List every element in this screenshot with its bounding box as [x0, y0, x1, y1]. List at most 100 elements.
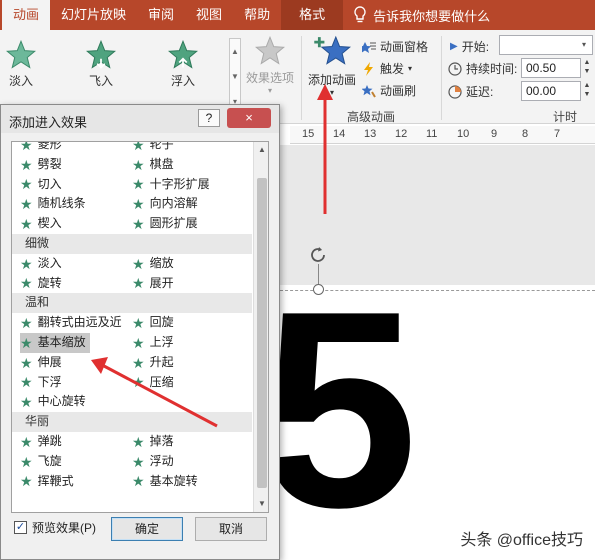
effect-item[interactable]: ★ 楔入: [20, 214, 62, 234]
effect-item-label: 菱形: [37, 141, 62, 151]
tell-me-text: 告诉我你想要做什么: [373, 8, 491, 24]
ruler-mark: 9: [491, 128, 498, 140]
preview-label: 预览效果(P): [32, 521, 96, 535]
scroll-up-icon[interactable]: ▲: [254, 142, 268, 158]
duration-spinner[interactable]: ▲ ▼: [582, 58, 592, 78]
ruler-mark: 13: [364, 128, 377, 140]
effect-category-header: 华丽: [12, 412, 252, 432]
effect-star-icon: ★: [20, 334, 33, 351]
tab-animations[interactable]: 动画: [2, 0, 51, 30]
effect-item[interactable]: ★ 下浮: [20, 373, 62, 393]
effect-item-label: 飞旋: [37, 453, 62, 468]
effect-item[interactable]: ★ 基本旋转: [132, 472, 198, 492]
effect-item[interactable]: ★ 切入: [20, 175, 62, 195]
help-button[interactable]: ?: [198, 109, 220, 127]
effect-item[interactable]: ★ 劈裂: [20, 155, 62, 175]
close-button[interactable]: ×: [227, 108, 271, 128]
fly-in-star-icon: [86, 40, 116, 69]
effect-item[interactable]: ★ 十字形扩展: [132, 175, 210, 195]
effect-item-label: 翻转式由远及近: [37, 315, 122, 330]
effect-item[interactable]: ★ 轮子: [132, 142, 174, 155]
delay-input[interactable]: 00.00: [521, 81, 581, 101]
effect-item[interactable]: ★ 中心旋转: [20, 392, 86, 412]
effect-row: ★ 下浮 ★ 压缩: [12, 373, 252, 393]
gallery-float-in[interactable]: 浮入: [158, 40, 208, 89]
add-animation-label: 添加动画: [307, 73, 356, 87]
ok-button[interactable]: 确定: [111, 517, 183, 541]
trigger-button[interactable]: 触发 ▾: [362, 60, 412, 77]
effect-item[interactable]: ★ 缩放: [132, 254, 174, 274]
effect-item[interactable]: ★ 挥鞭式: [20, 472, 74, 492]
effect-item[interactable]: ★ 压缩: [132, 373, 174, 393]
effect-item[interactable]: ★ 翻转式由远及近: [20, 313, 122, 333]
effect-item[interactable]: ★ 旋转: [20, 274, 62, 294]
effect-item-label: 淡入: [37, 255, 62, 270]
start-dropdown-arrow-icon[interactable]: ▾: [576, 36, 592, 54]
preview-effect-checkbox-row[interactable]: ✓ 预览效果(P): [14, 519, 96, 536]
add-animation-star-icon: [314, 35, 352, 65]
effect-item[interactable]: ★ 回旋: [132, 313, 174, 333]
effect-item[interactable]: ★ 升起: [132, 353, 174, 373]
effect-category-header: 细微: [12, 233, 252, 254]
effect-item[interactable]: ★ 随机线条: [20, 194, 86, 214]
tab-format[interactable]: 格式: [281, 0, 344, 30]
gallery-fade[interactable]: 淡入: [0, 40, 46, 89]
effect-item[interactable]: ★ 向内溶解: [132, 194, 198, 214]
start-dropdown[interactable]: ▾: [499, 35, 593, 55]
effect-item-label: 基本缩放: [37, 334, 86, 349]
effect-item[interactable]: ★ 弹跳: [20, 432, 62, 452]
effect-item[interactable]: ★ 掉落: [132, 432, 174, 452]
effect-item-label: 上浮: [149, 334, 174, 349]
tab-view[interactable]: 视图: [185, 0, 233, 30]
gallery-up-icon[interactable]: ▲: [230, 39, 240, 64]
scroll-thumb[interactable]: [257, 178, 267, 488]
effect-star-icon: ★: [20, 156, 33, 173]
delay-spinner[interactable]: ▲ ▼: [582, 81, 592, 101]
effect-item[interactable]: ★ 浮动: [132, 452, 174, 472]
tab-help[interactable]: 帮助: [233, 0, 281, 30]
effect-item[interactable]: ★ 上浮: [132, 333, 174, 353]
effect-category-header: 温和: [12, 293, 252, 314]
gallery-scroll[interactable]: ▲ ▼ ▾: [229, 38, 241, 114]
gallery-fade-label: 淡入: [8, 74, 33, 88]
effect-row: ★ 中心旋转: [12, 392, 252, 412]
effect-list-scrollbar[interactable]: ▲ ▼: [253, 142, 268, 512]
effect-item[interactable]: ★ 棋盘: [132, 155, 174, 175]
effect-star-icon: ★: [20, 275, 33, 292]
cancel-button[interactable]: 取消: [195, 517, 267, 541]
effect-item[interactable]: ★ 圆形扩展: [132, 214, 198, 234]
duration-input[interactable]: 00.50: [521, 58, 581, 78]
effect-options-button[interactable]: 效果选项 ▾: [244, 35, 296, 95]
slide-number-text[interactable]: 5: [262, 270, 418, 550]
preview-checkbox[interactable]: ✓: [14, 521, 27, 534]
effect-item[interactable]: ★ 展开: [132, 274, 174, 294]
animation-painter-icon: [362, 84, 376, 98]
effect-item[interactable]: ★ 淡入: [20, 254, 62, 274]
effect-item[interactable]: ★ 伸展: [20, 353, 62, 373]
effect-item-label: 缩放: [149, 255, 174, 270]
tab-review[interactable]: 审阅: [137, 0, 185, 30]
effect-star-icon: ★: [20, 374, 33, 391]
effect-row: ★ 切入 ★ 十字形扩展: [12, 175, 252, 195]
effect-item-label: 弹跳: [37, 433, 62, 448]
add-animation-button[interactable]: 添加动画 ▾: [306, 34, 358, 97]
effect-item[interactable]: ★ 菱形: [20, 141, 62, 155]
gallery-float-in-label: 浮入: [170, 74, 195, 88]
effect-item[interactable]: ★ 飞旋: [20, 452, 62, 472]
effect-star-icon: ★: [20, 473, 33, 490]
gallery-fly-in[interactable]: 飞入: [76, 40, 126, 89]
effect-item-label: 棋盘: [149, 156, 174, 171]
animation-pane-button[interactable]: 动画窗格: [362, 38, 428, 55]
effect-item[interactable]: ★ 基本缩放: [20, 332, 90, 353]
duration-label: 持续时间:: [466, 62, 518, 76]
effect-star-icon: ★: [20, 354, 33, 371]
animation-painter-button[interactable]: 动画刷: [362, 82, 416, 99]
dialog-title-bar: 添加进入效果 ? ×: [1, 105, 279, 133]
dialog-title: 添加进入效果: [9, 115, 88, 130]
tell-me-box[interactable]: 告诉我你想要做什么: [353, 6, 490, 25]
start-label: 开始:: [461, 40, 490, 54]
tab-slideshow[interactable]: 幻灯片放映: [50, 0, 137, 30]
scroll-down-icon[interactable]: ▼: [254, 496, 268, 512]
effect-star-icon: ★: [20, 255, 33, 272]
gallery-down-icon[interactable]: ▼: [230, 64, 240, 89]
